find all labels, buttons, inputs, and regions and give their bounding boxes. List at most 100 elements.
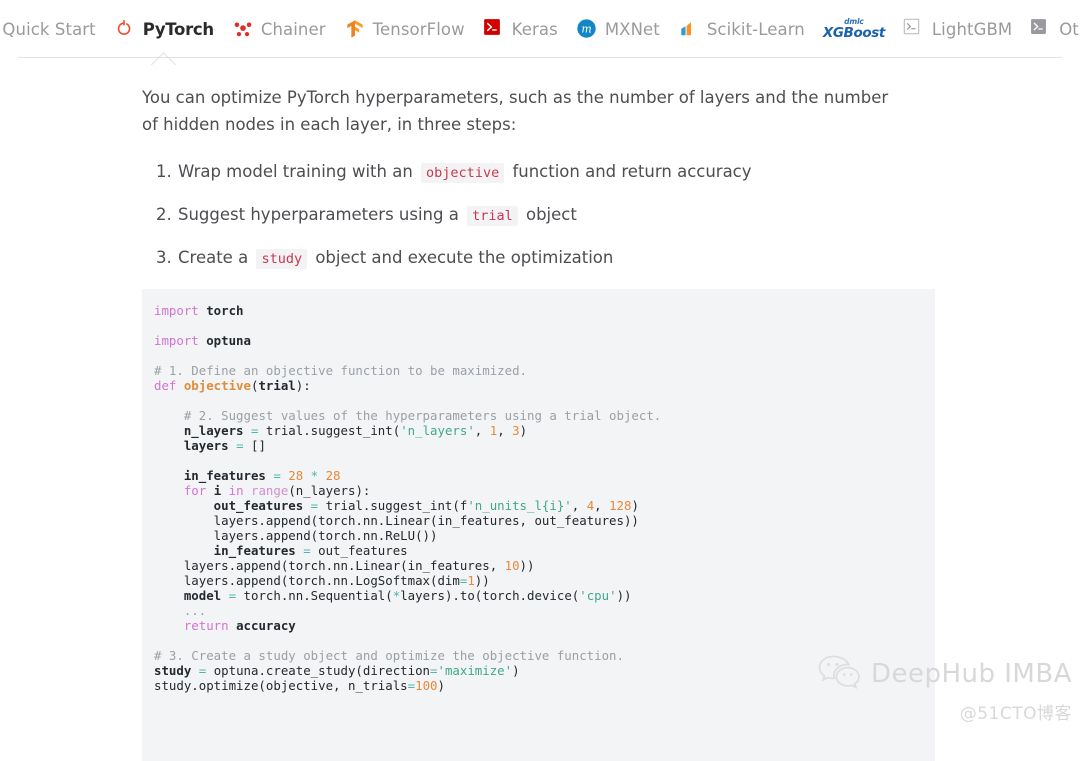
code-token: torch [206,303,244,318]
keras-icon [483,18,505,40]
code-token: = [303,543,319,558]
tab-xgboost[interactable]: dmlc XGBoost [814,7,894,51]
tab-quick-start[interactable]: Quick Start [0,7,105,51]
code-token: ) [519,423,528,438]
code-token: = [198,663,214,678]
code-token: )) [519,558,535,573]
code-token: in [228,483,251,498]
code-token: layers.append(torch.nn.Linear(in_feature… [154,513,639,528]
active-tab-caret [151,51,177,65]
code-token: out_features [154,498,311,513]
code-token: 'maximize' [437,663,513,678]
code-token: for [183,483,214,498]
code-token: # 2. Suggest values of the hyperparamete… [183,408,662,423]
tab-chainer[interactable]: Chainer [223,7,335,51]
step-text-before: Create a [178,248,254,267]
list-item: Create a study object and execute the op… [156,246,1080,271]
xgboost-icon: dmlc XGBoost [823,18,885,40]
tab-label: PyTorch [142,19,214,39]
tab-scikit-learn[interactable]: Scikit-Learn [669,7,814,51]
inline-code: trial [467,206,518,226]
tab-label: Chainer [260,19,326,39]
code-token: ) [437,678,445,693]
code-token: def [154,378,184,393]
tab-label: LightGBM [931,19,1013,39]
tab-label: TensorFlow [372,19,465,39]
code-token: study.optimize(objective, n_trials [154,678,408,693]
code-token: layers.append(torch.nn.LogSoftmax(dim [154,573,460,588]
code-token: 'n_layers' [400,423,475,438]
step-text-after: object [520,205,577,224]
code-token: accuracy [236,618,296,633]
list-item: Suggest hyperparameters using a trial ob… [156,203,1080,228]
tab-label: Quick Start [2,19,96,39]
step-text-after: object and execute the optimization [310,248,614,267]
code-token: 10 [504,558,520,573]
code-token: )) [616,588,632,603]
code-token: = [273,468,289,483]
framework-tabbar: Quick Start PyTorch Chainer TensorFlow K… [0,0,1080,58]
code-token: range [251,483,289,498]
other-terminal-icon [1030,18,1052,40]
code-token: 'n_units_l{i}' [467,498,572,513]
svg-text:m: m [581,23,591,36]
tab-other[interactable]: Other [1021,7,1080,51]
code-token: ): [295,378,311,393]
inline-code: objective [421,163,505,183]
code-token: * [310,468,326,483]
code-token: # 3. Create a study object and optimize … [154,648,624,663]
code-token: import [154,303,207,318]
code-token: 28 [288,468,311,483]
code-block[interactable]: import torch import optuna # 1. Define a… [142,289,935,761]
code-token: 100 [415,678,438,693]
code-token: , [474,423,490,438]
tab-keras[interactable]: Keras [474,7,567,51]
pytorch-flame-icon [114,18,136,40]
code-token: ... [154,603,207,618]
tab-label: Scikit-Learn [706,19,805,39]
code-token: trial [258,378,296,393]
code-token: layers.append(torch.nn.ReLU()) [154,528,438,543]
step-text-after: function and return accuracy [507,162,752,181]
code-token: 28 [325,468,341,483]
code-token: , [497,423,513,438]
code-token: 'cpu' [579,588,617,603]
code-token: layers [154,438,237,453]
chainer-icon [232,18,254,40]
inline-code: study [256,249,308,269]
code-token: objective [183,378,251,393]
code-token: i [213,483,229,498]
code-token: import [154,333,207,348]
step-text-before: Suggest hyperparameters using a [178,205,465,224]
tab-pytorch[interactable]: PyTorch [105,7,223,51]
code-token: layers.append(torch.nn.Linear(in_feature… [154,558,505,573]
code-token: 1 [467,573,475,588]
code-token: ) [512,663,520,678]
code-token: = [407,678,416,693]
code-token: in_features [154,468,274,483]
tab-label: Keras [511,19,558,39]
code-token: study [154,663,199,678]
tab-mxnet[interactable]: m MXNet [567,7,669,51]
xgboost-logo-bottom: XGBoost [822,24,885,41]
tab-tensorflow[interactable]: TensorFlow [335,7,474,51]
tabbar-divider [18,57,1062,58]
code-token: model [154,588,229,603]
code-token: trial.suggest_int( [265,423,401,438]
tab-lightgbm[interactable]: LightGBM [894,7,1021,51]
code-token: = [310,498,326,513]
code-token: (n_layers): [288,483,371,498]
code-token: optuna [206,333,251,348]
code-token: , [571,498,587,513]
lightgbm-icon [903,18,925,40]
code-content: import torch import optuna # 1. Define a… [154,303,935,693]
code-token: in_features [154,543,304,558]
mxnet-icon: m [576,18,598,40]
code-token: # 1. Define an objective function to be … [154,363,527,378]
intro-paragraph: You can optimize PyTorch hyperparameters… [142,88,889,134]
code-token: out_features [318,543,408,558]
code-token: return [183,618,237,633]
scikit-learn-icon [678,18,700,40]
